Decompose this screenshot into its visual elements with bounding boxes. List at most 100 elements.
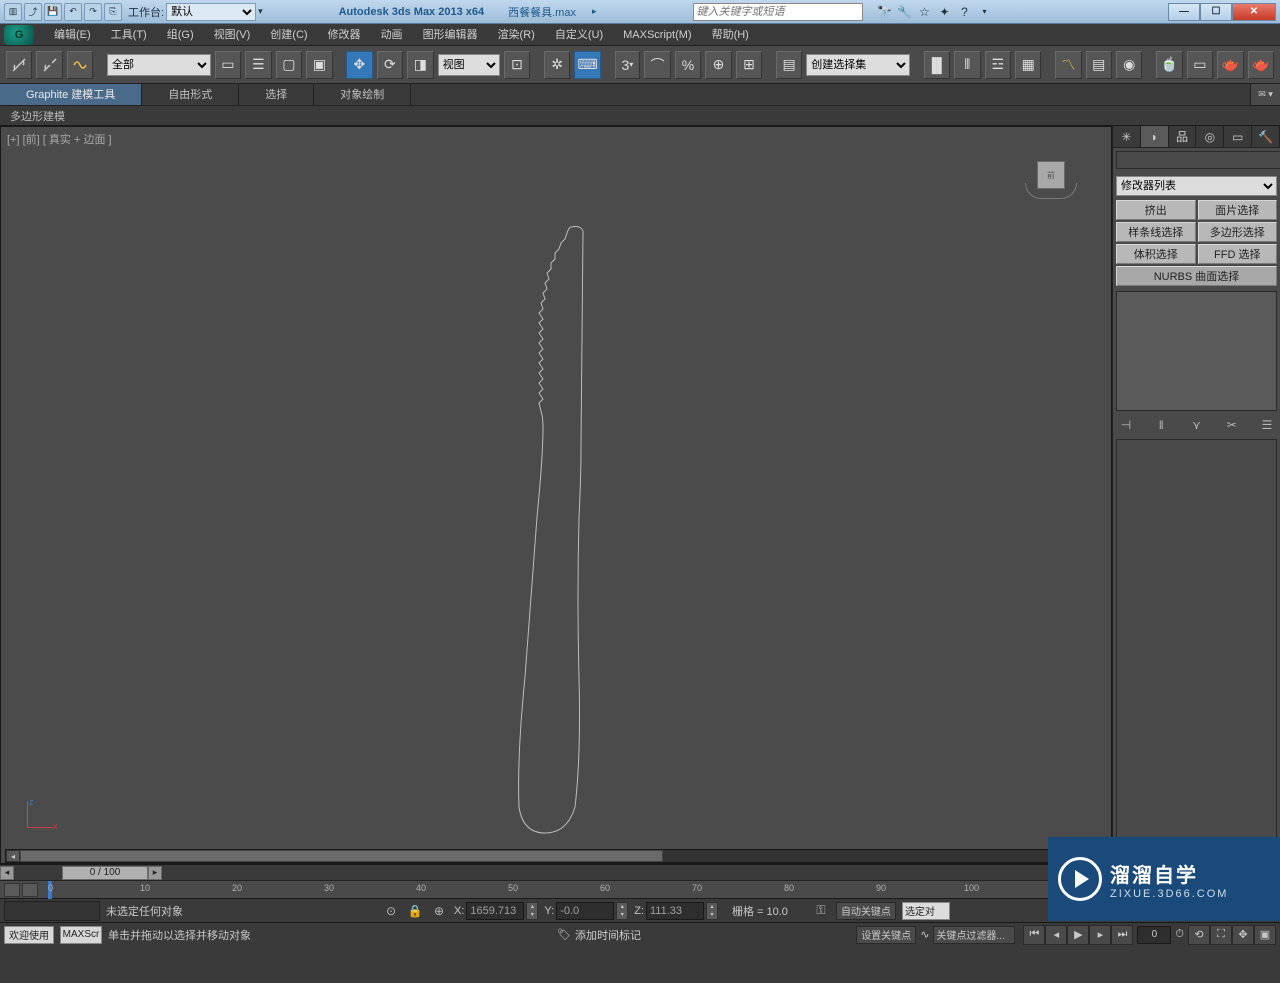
pin-stack-icon[interactable]: ⊣	[1116, 416, 1136, 434]
link-tool-icon[interactable]	[6, 51, 32, 79]
tab-motion-icon[interactable]: ◎	[1196, 126, 1224, 147]
goto-start-icon[interactable]: ⏮	[1023, 925, 1045, 945]
window-crossing-icon[interactable]: ▣	[306, 51, 332, 79]
modifier-stack[interactable]	[1116, 291, 1277, 411]
prev-frame-icon[interactable]: ◂	[1045, 925, 1067, 945]
star-icon[interactable]: ☆	[917, 4, 933, 20]
mod-splineselect-button[interactable]: 样条线选择	[1116, 222, 1196, 242]
menu-create[interactable]: 创建(C)	[260, 24, 317, 46]
axis-icon[interactable]: ⊕	[430, 902, 448, 920]
selection-filter-dropdown[interactable]: 全部	[107, 54, 211, 76]
link-icon[interactable]: ⎘	[104, 3, 122, 21]
app-logo-icon[interactable]: G	[4, 25, 34, 45]
slider-thumb[interactable]: 0 / 100	[62, 866, 148, 880]
menu-tools[interactable]: 工具(T)	[101, 24, 157, 46]
align-icon[interactable]: ⫴	[954, 51, 980, 79]
make-unique-icon[interactable]: ⋎	[1187, 416, 1207, 434]
menu-modifiers[interactable]: 修改器	[318, 24, 371, 46]
undo-icon[interactable]: ↶	[64, 3, 82, 21]
menu-help[interactable]: 帮助(H)	[702, 24, 759, 46]
tab-freeform[interactable]: 自由形式	[142, 84, 239, 105]
mod-extrude-button[interactable]: 挤出	[1116, 200, 1196, 220]
maxscript-button[interactable]: MAXScr	[60, 926, 102, 944]
mod-ffdselect-button[interactable]: FFD 选择	[1198, 244, 1278, 264]
menu-render[interactable]: 渲染(R)	[488, 24, 545, 46]
save-icon[interactable]: 💾	[44, 3, 62, 21]
spinner-snap-icon[interactable]: ⊕	[705, 51, 731, 79]
slider-next-icon[interactable]: ▸	[148, 866, 162, 880]
render-setup-icon[interactable]: 🍵	[1156, 51, 1182, 79]
coord-z-spinner[interactable]: ▴▾	[706, 902, 718, 920]
mod-volselect-button[interactable]: 体积选择	[1116, 244, 1196, 264]
viewcube-ring[interactable]	[1025, 183, 1077, 199]
help-dd-icon[interactable]: ▾	[977, 4, 993, 20]
redo-icon[interactable]: ↷	[84, 3, 102, 21]
coord-x-input[interactable]	[466, 902, 524, 920]
favorite-icon[interactable]: ✦	[937, 4, 953, 20]
scale-tool-icon[interactable]: ◨	[407, 51, 433, 79]
add-tag-label[interactable]: 添加时间标记	[575, 927, 641, 943]
graphite-icon[interactable]: ▦	[1015, 51, 1041, 79]
ribbon-sub-label[interactable]: 多边形建模	[10, 108, 65, 124]
tab-display-icon[interactable]: ▭	[1224, 126, 1252, 147]
modifier-list-dropdown[interactable]: 修改器列表	[1116, 176, 1277, 196]
bind-spacewarp-icon[interactable]	[67, 51, 93, 79]
schematic-icon[interactable]: ▤	[1086, 51, 1112, 79]
setkey-button[interactable]: 设置关键点	[856, 926, 916, 944]
scroll-thumb[interactable]	[20, 850, 663, 862]
tab-utilities-icon[interactable]: 🔨	[1252, 126, 1280, 147]
menu-animation[interactable]: 动画	[371, 24, 413, 46]
menu-view[interactable]: 视图(V)	[204, 24, 261, 46]
menu-customize[interactable]: 自定义(U)	[545, 24, 613, 46]
key-filter-icon[interactable]: ∿	[920, 928, 929, 941]
key-filter-dropdown[interactable]: 关键点过滤器...	[933, 926, 1015, 944]
tab-selection[interactable]: 选择	[239, 84, 314, 105]
tab-hierarchy-icon[interactable]: 品	[1169, 126, 1197, 147]
wrench-icon[interactable]: 🔧	[897, 4, 913, 20]
goto-end-icon[interactable]: ⏭	[1111, 925, 1133, 945]
max-toggle-icon[interactable]: ▣	[1254, 925, 1276, 945]
help-icon[interactable]: ?	[957, 4, 973, 20]
autokey-button[interactable]: 自动关键点	[836, 902, 896, 920]
binoculars-icon[interactable]: 🔭	[877, 4, 893, 20]
next-frame-icon[interactable]: ▸	[1089, 925, 1111, 945]
spline-object[interactable]	[431, 217, 651, 837]
manipulate-icon[interactable]: ✲	[544, 51, 570, 79]
mod-polyselect-button[interactable]: 多边形选择	[1198, 222, 1278, 242]
coord-z-input[interactable]	[646, 902, 704, 920]
named-selset-icon[interactable]: ▤	[776, 51, 802, 79]
rollout-area[interactable]	[1116, 439, 1277, 861]
open-icon[interactable]: ⤴	[24, 3, 42, 21]
coord-y-spinner[interactable]: ▴▾	[616, 902, 628, 920]
search-input[interactable]	[693, 3, 863, 21]
select-region-rect-icon[interactable]: ▢	[276, 51, 302, 79]
remove-mod-icon[interactable]: ✂	[1222, 416, 1242, 434]
ribbon-dropdown-icon[interactable]: ✉ ▾	[1250, 84, 1280, 105]
viewport[interactable]: [+] [前] [ 真实 + 边面 ] 前 z x ◂ ▸	[0, 126, 1112, 864]
rotate-tool-icon[interactable]: ⟳	[377, 51, 403, 79]
tab-modify-icon[interactable]: ◗	[1141, 126, 1169, 147]
viewcube[interactable]: 前	[1031, 161, 1071, 201]
time-config-icon[interactable]: ⏱	[1175, 928, 1184, 941]
configure-sets-icon[interactable]: ☰	[1257, 416, 1277, 434]
tab-create-icon[interactable]: ✳	[1113, 126, 1141, 147]
pan2-icon[interactable]: ✥	[1232, 925, 1254, 945]
show-end-icon[interactable]: ‖	[1151, 416, 1171, 434]
move-tool-icon[interactable]: ✥	[346, 51, 372, 79]
current-frame[interactable]: 0	[1137, 926, 1171, 944]
curve-editor-icon[interactable]: 〽	[1055, 51, 1081, 79]
close-button[interactable]: ✕	[1232, 3, 1276, 21]
viewport-hscroll[interactable]: ◂ ▸	[5, 849, 1107, 863]
workspace-dropdown[interactable]: 默认	[166, 3, 256, 21]
scroll-left-icon[interactable]: ◂	[6, 850, 20, 862]
tab-objectpaint[interactable]: 对象绘制	[314, 84, 411, 105]
unlink-tool-icon[interactable]	[36, 51, 62, 79]
coord-y-input[interactable]	[556, 902, 614, 920]
isolate-icon[interactable]: ⊙	[382, 902, 400, 920]
coord-x-spinner[interactable]: ▴▾	[526, 902, 538, 920]
viewport-label[interactable]: [+] [前] [ 真实 + 边面 ]	[7, 131, 112, 147]
slider-prev-icon[interactable]: ◂	[0, 866, 14, 880]
ref-coord-dropdown[interactable]: 视图	[438, 54, 500, 76]
select-object-icon[interactable]: ▭	[215, 51, 241, 79]
play-icon[interactable]: ▶	[1067, 925, 1089, 945]
